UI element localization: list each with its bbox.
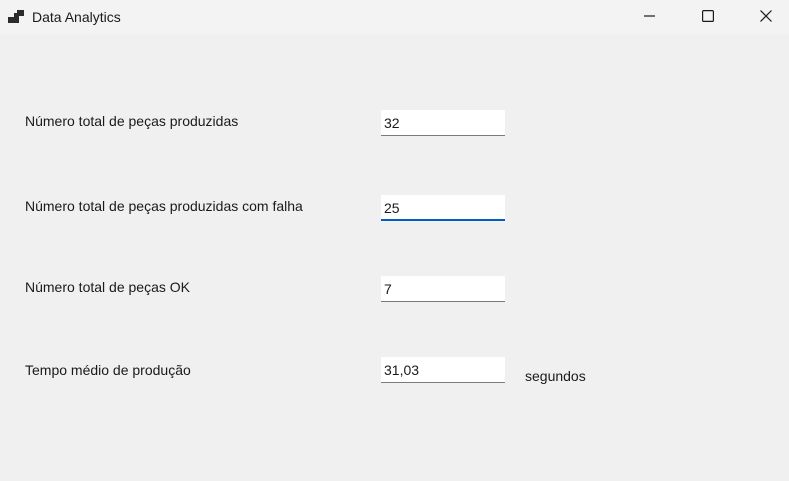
app-window-icon	[8, 10, 24, 23]
defective-parts-label: Número total de peças produzidas com fal…	[25, 198, 303, 214]
title-bar[interactable]: Data Analytics	[0, 0, 789, 34]
avg-production-time-label: Tempo médio de produção	[25, 362, 191, 378]
minimize-icon	[644, 15, 655, 17]
maximize-icon	[702, 10, 714, 22]
minimize-button[interactable]	[627, 0, 673, 32]
total-parts-label: Número total de peças produzidas	[25, 113, 239, 129]
avg-production-time-field[interactable]: 31,03	[381, 357, 505, 383]
defective-parts-field[interactable]: 25	[381, 195, 505, 221]
app-window: Data Analytics Número total de peças pro…	[0, 0, 789, 481]
window-title: Data Analytics	[32, 9, 121, 25]
time-unit-label: segundos	[525, 368, 586, 384]
total-parts-field[interactable]: 32	[381, 110, 505, 136]
maximize-button[interactable]	[685, 0, 731, 32]
ok-parts-field[interactable]: 7	[381, 276, 505, 302]
close-button[interactable]	[743, 0, 789, 32]
close-icon	[760, 10, 772, 22]
ok-parts-label: Número total de peças OK	[25, 279, 190, 295]
